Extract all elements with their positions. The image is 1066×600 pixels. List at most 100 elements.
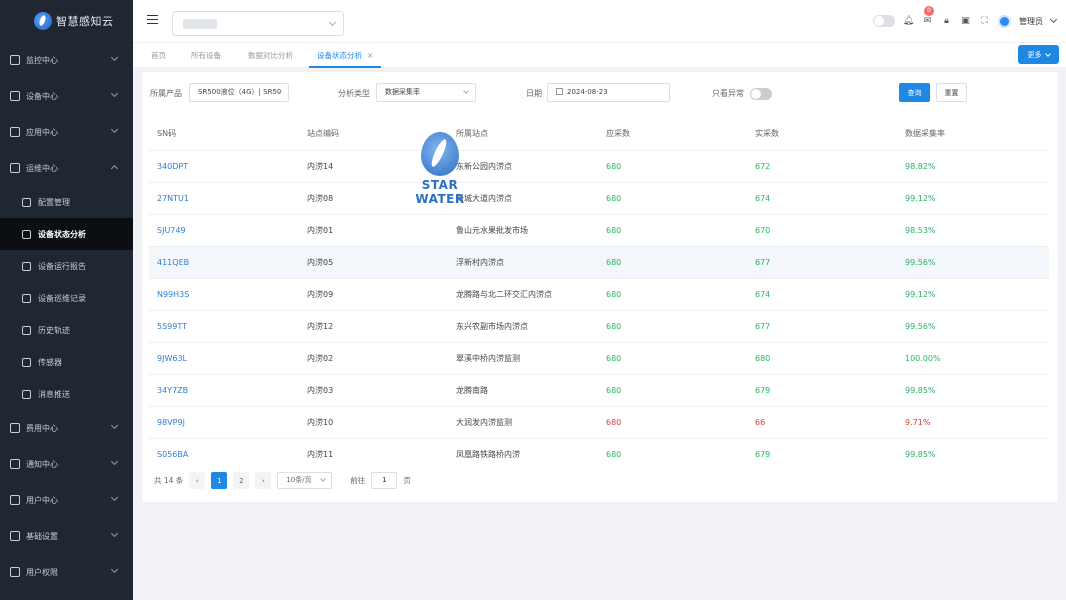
type-select[interactable]: 数据采集率	[376, 83, 476, 102]
sidebar-item-8[interactable]: 用户权限	[0, 554, 133, 590]
sidebar-subitem-3[interactable]: 设备巡维记录	[0, 282, 133, 314]
user-name[interactable]: 管理员	[1019, 16, 1043, 27]
chevron-down-icon[interactable]	[1049, 15, 1058, 24]
collection-rate: 99.12%	[897, 277, 1049, 310]
sidebar-subitem-5[interactable]: 传感器	[0, 346, 133, 378]
project-name-redacted	[183, 19, 217, 29]
sn-link[interactable]: 34Y7ZB	[149, 373, 299, 406]
theme-toggle[interactable]	[873, 15, 895, 27]
prev-page-button[interactable]: ‹	[189, 472, 206, 489]
next-page-button[interactable]: ›	[255, 472, 272, 489]
settings-icon	[10, 531, 20, 541]
sidebar-item-7[interactable]: 基础设置	[0, 518, 133, 554]
bell-icon[interactable]: 🔔︎	[903, 16, 914, 27]
chevron-down-icon	[110, 493, 119, 502]
table-row[interactable]: N99H3S 内涝09 龙腾路与北二环交汇内涝点 680 674 99.12%	[149, 277, 1049, 310]
collection-rate: 9.71%	[897, 405, 1049, 438]
close-icon[interactable]: ×	[367, 51, 373, 60]
query-button[interactable]: 查询	[899, 83, 930, 102]
actual-count: 677	[747, 309, 897, 342]
avatar[interactable]	[998, 14, 1011, 28]
sidebar-item-0[interactable]: 监控中心	[0, 42, 133, 78]
sidebar-item-1[interactable]: 设备中心	[0, 78, 133, 114]
table-row[interactable]: 5S99TT 内涝12 东兴农副市场内涝点 680 677 99.56%	[149, 309, 1049, 342]
station-code: 内涝10	[299, 405, 448, 438]
col-sn[interactable]: SN码	[149, 118, 299, 150]
collection-rate: 99.85%	[897, 373, 1049, 406]
sn-link[interactable]: 27NTU1	[149, 181, 299, 214]
menu-item-icon	[22, 389, 31, 399]
chevron-down-icon	[110, 529, 119, 538]
actual-count: 680	[747, 341, 897, 374]
sn-link[interactable]: 9JW63L	[149, 341, 299, 374]
page-size-select[interactable]: 10条/页	[277, 472, 333, 489]
expected-count: 680	[598, 341, 747, 374]
sn-link[interactable]: 340DPT	[149, 149, 299, 182]
page-2-button[interactable]: 2	[233, 472, 250, 489]
message-icon[interactable]: ✉︎ 0	[922, 5, 934, 27]
table-row[interactable]: 9JW63L 内涝02 翠溪中桥内涝监测 680 680 100.00%	[149, 341, 1049, 374]
tab-device-status[interactable]: 设备状态分析 ×	[309, 43, 382, 68]
chevron-down-icon	[110, 457, 119, 466]
sn-link[interactable]: N99H3S	[149, 277, 299, 310]
chevron-down-icon	[463, 88, 469, 94]
table-row[interactable]: S056BA 内涝11 凤凰路铁路桥内涝 680 679 99.85%	[149, 437, 1049, 470]
table-row[interactable]: SJU749 内涝01 鲁山元水果批发市场 680 670 98.53%	[149, 213, 1049, 246]
table-row[interactable]: 98VP9J 内涝10 大润发内涝监测 680 66 9.71%	[149, 405, 1049, 438]
sn-link[interactable]: SJU749	[149, 213, 299, 246]
tab-home[interactable]: 首页	[143, 43, 174, 68]
pagination: 共 14 条 ‹ 1 2 › 10条/页 前往 1 页	[154, 472, 411, 489]
sn-link[interactable]: S056BA	[149, 437, 299, 470]
page-1-button[interactable]: 1	[211, 472, 228, 489]
sidebar-item-3[interactable]: 运维中心	[0, 150, 133, 186]
table-row[interactable]: 411QEB 内涝05 浮新村内涝点 680 677 99.56%	[149, 245, 1049, 278]
expected-count: 680	[598, 149, 747, 182]
table-row[interactable]: 34Y7ZB 内涝03 龙腾南路 680 679 99.85%	[149, 373, 1049, 406]
more-button[interactable]: 更多	[1018, 45, 1059, 64]
sidebar-item-label: 用户中心	[26, 495, 58, 505]
lock-icon[interactable]: 🔒︎	[941, 16, 952, 27]
date-picker[interactable]: 2024-08-23	[547, 83, 670, 102]
sn-link[interactable]: 5S99TT	[149, 309, 299, 342]
sidebar-item-4[interactable]: 费用中心	[0, 410, 133, 446]
col-expected[interactable]: 应采数	[598, 118, 747, 150]
language-icon[interactable]: ▣	[960, 16, 971, 27]
chevron-down-icon	[328, 18, 337, 27]
fullscreen-icon[interactable]: ⛶	[979, 16, 990, 27]
sidebar-subitem-0[interactable]: 配置管理	[0, 186, 133, 218]
sidebar-item-label: 运维中心	[26, 163, 58, 173]
reset-button[interactable]: 重置	[936, 83, 967, 102]
goto-label: 前往	[350, 476, 366, 485]
table-row[interactable]: 340DPT 内涝14 东新公园内涝点 680 672 98.82%	[149, 149, 1049, 182]
product-label: 所属产品	[150, 89, 182, 98]
sidebar-subitem-label: 传感器	[38, 357, 62, 367]
type-value: 数据采集率	[385, 88, 420, 96]
col-actual[interactable]: 实采数	[747, 118, 897, 150]
sidebar-item-5[interactable]: 通知中心	[0, 446, 133, 482]
sidebar-subitem-1[interactable]: 设备状态分析	[0, 218, 133, 250]
station-code: 内涝12	[299, 309, 448, 342]
sidebar-subitem-6[interactable]: 消息推送	[0, 378, 133, 410]
sidebar-item-6[interactable]: 用户中心	[0, 482, 133, 518]
product-select[interactable]: SR500液位（4G）| SR50	[189, 83, 289, 102]
menu-toggle-icon[interactable]	[147, 15, 158, 24]
col-rate[interactable]: 数据采集率	[897, 118, 1049, 150]
sidebar-subitem-4[interactable]: 历史轨迹	[0, 314, 133, 346]
sidebar-subitem-2[interactable]: 设备运行报告	[0, 250, 133, 282]
project-select[interactable]	[172, 11, 344, 36]
sn-link[interactable]: 411QEB	[149, 245, 299, 278]
abnormal-only-switch[interactable]	[750, 88, 772, 100]
table-row[interactable]: 27NTU1 内涝08 新城大道内涝点 680 674 99.12%	[149, 181, 1049, 214]
sidebar-item-2[interactable]: 应用中心	[0, 114, 133, 150]
expected-count: 680	[598, 309, 747, 342]
expected-count: 680	[598, 181, 747, 214]
table-header-row: SN码 站点编码 所属站点 应采数 实采数 数据采集率	[149, 118, 1049, 150]
tab-data-compare[interactable]: 数据对比分析	[240, 43, 301, 68]
sn-link[interactable]: 98VP9J	[149, 405, 299, 438]
sidebar-subitem-label: 配置管理	[38, 197, 70, 207]
chevron-down-icon	[1044, 50, 1051, 57]
collection-rate: 99.85%	[897, 437, 1049, 470]
expected-count: 680	[598, 405, 747, 438]
goto-page-input[interactable]: 1	[371, 472, 398, 489]
tab-all-devices[interactable]: 所有设备	[183, 43, 229, 68]
